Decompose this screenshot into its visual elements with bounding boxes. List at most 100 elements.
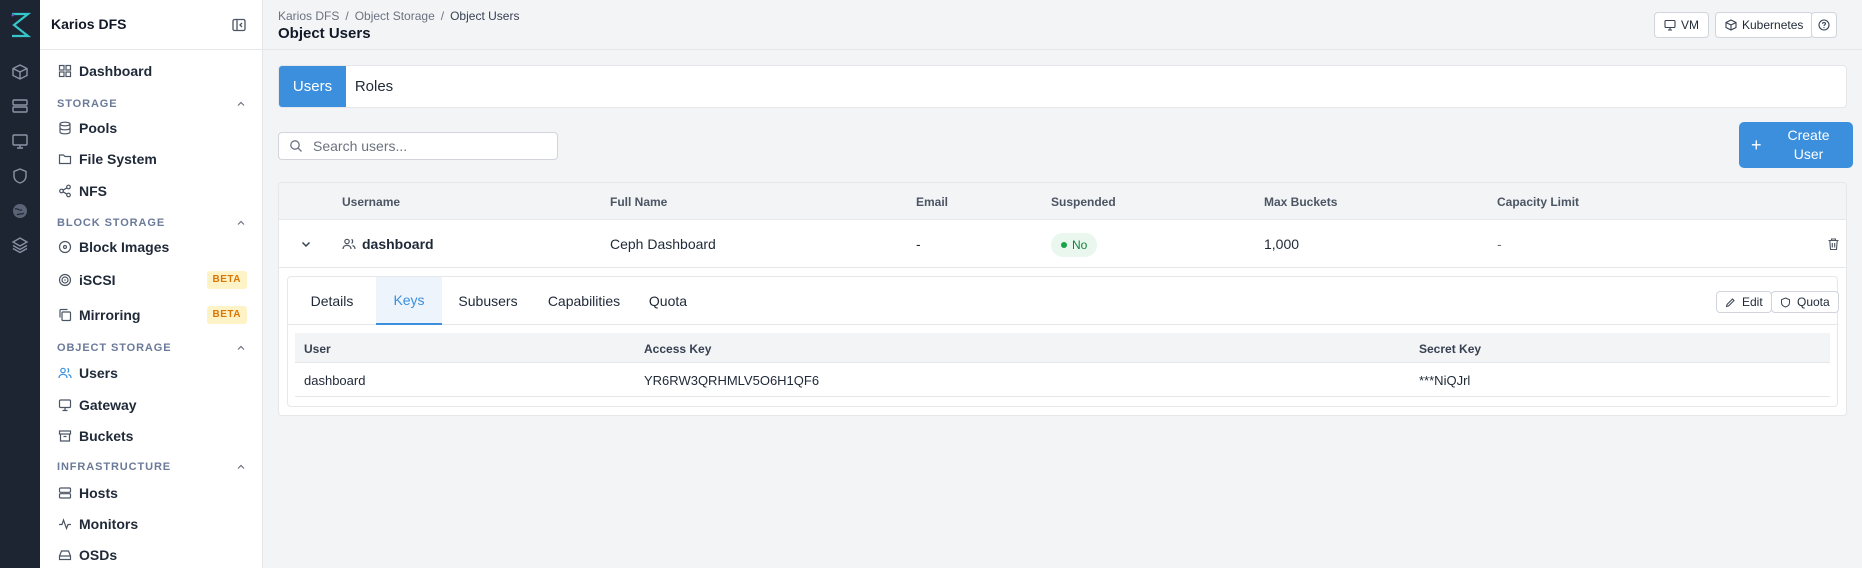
server-icon[interactable] — [10, 96, 30, 116]
cell-full-name: Ceph Dashboard — [610, 236, 716, 252]
beta-badge: BETA — [206, 306, 247, 324]
section-infrastructure[interactable]: INFRASTRUCTURE — [57, 461, 247, 473]
tab-capabilities[interactable]: Capabilities — [538, 277, 630, 325]
tab-keys[interactable]: Keys — [376, 277, 442, 325]
search-input[interactable] — [313, 138, 543, 154]
page-tabs: Users Roles — [278, 65, 1847, 108]
column-header-full-name[interactable]: Full Name — [610, 195, 667, 209]
monitor-icon[interactable] — [10, 131, 30, 151]
sidebar-item-dashboard[interactable]: Dashboard — [48, 57, 255, 85]
search-icon — [289, 139, 303, 153]
database-icon — [58, 121, 72, 135]
column-header-suspended[interactable]: Suspended — [1051, 195, 1116, 209]
username-value: dashboard — [362, 236, 434, 252]
suspended-value: No — [1072, 238, 1088, 252]
sidebar-item-block-images[interactable]: Block Images — [48, 233, 255, 261]
help-icon — [1818, 19, 1830, 31]
sidebar-item-label: Block Images — [79, 239, 170, 255]
trash-icon[interactable] — [1827, 237, 1840, 251]
tab-roles[interactable]: Roles — [346, 66, 402, 107]
section-storage[interactable]: STORAGE — [57, 98, 247, 110]
sidebar: Karios DFS Dashboard STORAGE Pools File … — [40, 0, 263, 568]
cell-access-key[interactable]: YR6RW3QRHMLV5O6H1QF6 — [644, 373, 819, 388]
sidebar-item-nfs[interactable]: NFS — [48, 177, 255, 205]
sidebar-item-label: Pools — [79, 120, 118, 136]
sidebar-collapse-icon[interactable] — [231, 17, 247, 33]
sidebar-item-monitors[interactable]: Monitors — [48, 510, 255, 538]
section-object-storage[interactable]: OBJECT STORAGE — [57, 342, 247, 354]
tab-subusers[interactable]: Subusers — [450, 277, 526, 325]
status-badge: No — [1051, 233, 1098, 257]
column-header-secret-key: Secret Key — [1419, 342, 1482, 356]
column-header-access-key: Access Key — [644, 342, 712, 356]
chevron-down-icon[interactable] — [299, 237, 313, 251]
globe-icon[interactable] — [10, 201, 30, 221]
folder-icon — [58, 152, 72, 166]
quota-button[interactable]: Quota — [1771, 291, 1839, 313]
main-content: Karios DFS / Object Storage / Object Use… — [263, 0, 1862, 568]
server-icon — [58, 486, 72, 500]
cell-username: dashboard — [342, 236, 434, 252]
column-header-email[interactable]: Email — [916, 195, 948, 209]
tab-users[interactable]: Users — [279, 66, 346, 107]
box-icon — [1725, 19, 1737, 31]
monitor-icon — [1664, 19, 1676, 31]
keys-table: User Access Key Secret Key dashboard YR6… — [295, 333, 1830, 399]
help-button[interactable] — [1811, 12, 1837, 38]
breadcrumb-current: Object Users — [450, 9, 520, 23]
layers-icon[interactable] — [10, 235, 30, 255]
section-label: OBJECT STORAGE — [57, 342, 172, 354]
sidebar-item-iscsi[interactable]: iSCSI BETA — [48, 266, 255, 294]
sidebar-item-buckets[interactable]: Buckets — [48, 422, 255, 450]
cell-secret-key[interactable]: ***NiQJrl — [1419, 373, 1470, 388]
plus-icon: + — [1751, 135, 1762, 155]
kubernetes-button[interactable]: Kubernetes — [1715, 12, 1814, 38]
disk-icon — [58, 240, 72, 254]
page-title: Object Users — [278, 25, 371, 42]
sidebar-item-osds[interactable]: OSDs — [48, 541, 255, 568]
detail-tabs: Details Keys Subusers Capabilities Quota… — [288, 277, 1839, 325]
copy-icon — [58, 308, 72, 322]
app-title: Karios DFS — [51, 16, 127, 32]
logo-icon[interactable] — [8, 12, 32, 38]
cube-icon[interactable] — [10, 62, 30, 82]
column-header-username[interactable]: Username — [342, 195, 400, 209]
section-block-storage[interactable]: BLOCK STORAGE — [57, 217, 247, 229]
dashboard-icon — [58, 64, 72, 78]
sidebar-item-label: Hosts — [79, 485, 118, 501]
sidebar-item-hosts[interactable]: Hosts — [48, 479, 255, 507]
sidebar-item-pools[interactable]: Pools — [48, 114, 255, 142]
vm-button[interactable]: VM — [1654, 12, 1709, 38]
sidebar-header: Karios DFS — [40, 0, 263, 50]
breadcrumb: Karios DFS / Object Storage / Object Use… — [278, 9, 519, 23]
chevron-up-icon — [235, 342, 247, 354]
cell-max-buckets: 1,000 — [1264, 236, 1300, 252]
table-header: Username Full Name Email Suspended Max B… — [279, 183, 1846, 220]
breadcrumb-separator: / — [345, 9, 349, 23]
sidebar-item-file-system[interactable]: File System — [48, 145, 255, 173]
top-bar: Karios DFS / Object Storage / Object Use… — [263, 0, 1862, 50]
edit-button[interactable]: Edit — [1716, 291, 1772, 313]
create-user-button[interactable]: + Create User — [1739, 122, 1853, 168]
section-label: BLOCK STORAGE — [57, 217, 166, 229]
table-row[interactable]: dashboard Ceph Dashboard - No 1,000 - — [279, 220, 1846, 268]
sidebar-item-label: File System — [79, 151, 157, 167]
target-icon — [58, 273, 72, 287]
sidebar-item-label: OSDs — [79, 547, 118, 563]
shield-icon[interactable] — [10, 166, 30, 186]
sidebar-item-gateway[interactable]: Gateway — [48, 391, 255, 419]
sidebar-item-mirroring[interactable]: Mirroring BETA — [48, 301, 255, 329]
breadcrumb-link-object-storage[interactable]: Object Storage — [355, 9, 435, 23]
column-header-capacity-limit[interactable]: Capacity Limit — [1497, 195, 1579, 209]
cell-email: - — [916, 236, 921, 252]
pencil-icon — [1725, 297, 1735, 307]
sidebar-item-label: Gateway — [79, 397, 137, 413]
sidebar-item-label: Monitors — [79, 516, 139, 532]
tab-quota[interactable]: Quota — [640, 277, 696, 325]
sidebar-item-users[interactable]: Users — [48, 359, 255, 387]
tab-details[interactable]: Details — [298, 277, 366, 325]
sidebar-item-label: NFS — [79, 183, 107, 199]
breadcrumb-link-home[interactable]: Karios DFS — [278, 9, 339, 23]
column-header-max-buckets[interactable]: Max Buckets — [1264, 195, 1337, 209]
monitor-icon — [58, 398, 72, 412]
